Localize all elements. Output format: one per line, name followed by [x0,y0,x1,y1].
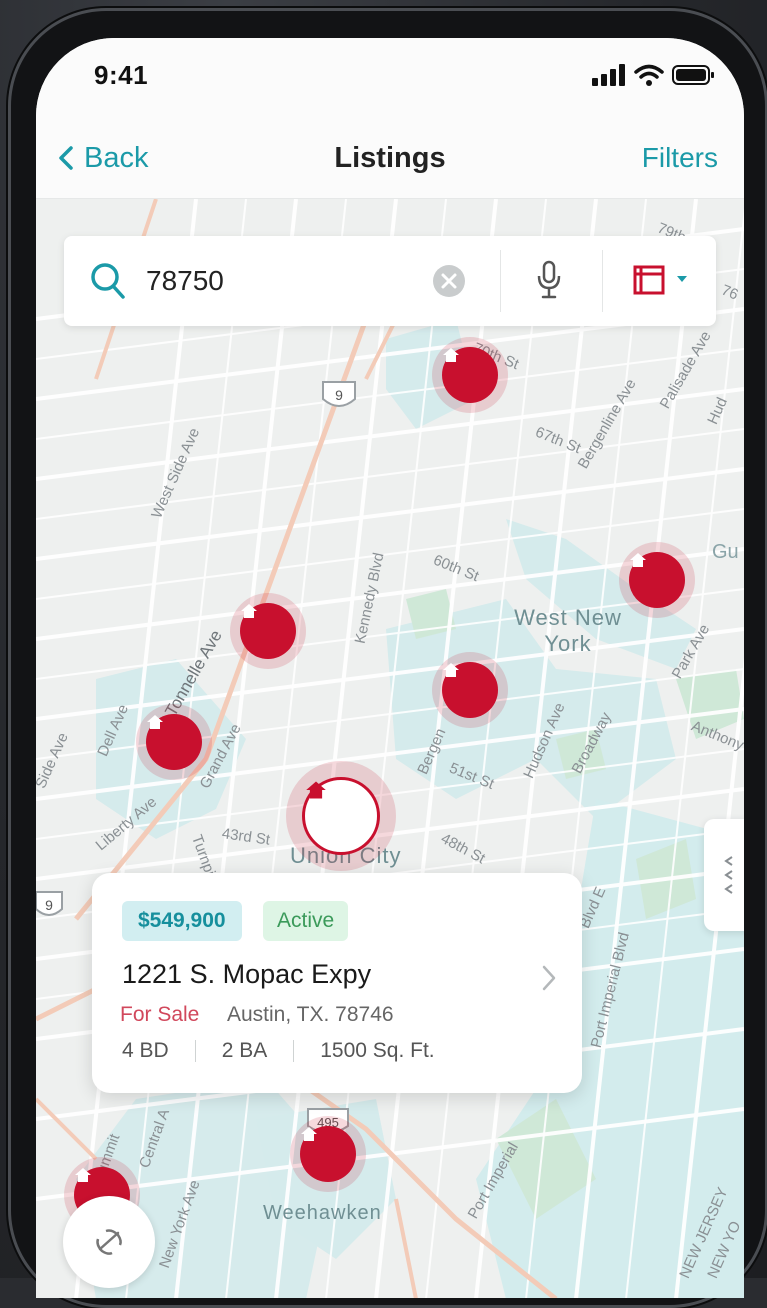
listing-address: 1221 S. Mopac Expy [122,959,372,989]
filters-button[interactable]: Filters [642,138,718,178]
home-icon [443,348,459,362]
home-icon [443,663,459,677]
baths: 2 BA [221,1039,268,1062]
spec-divider [194,1040,196,1062]
listing-specs: 4 BD 2 BA 1500 Sq. Ft. [122,1039,435,1063]
listing-pin[interactable] [442,662,498,718]
home-icon [241,604,257,618]
search-icon [91,263,125,299]
home-icon [75,1168,91,1182]
map-layers-icon [633,265,665,295]
selected-listing-pin[interactable] [302,777,380,855]
locate-button[interactable] [63,1196,155,1288]
home-icon [630,553,646,567]
listing-pin[interactable] [629,552,685,608]
listing-pin[interactable] [300,1126,356,1182]
home-icon [147,715,163,729]
listing-card[interactable]: $549,900 Active 1221 S. Mopac Expy For S… [92,873,582,1093]
chevron-down-icon [677,276,687,282]
place-label-west-new-york: West New York [514,605,622,656]
svg-text:9: 9 [45,897,53,913]
status-time: 9:41 [94,60,149,90]
spec-divider [293,1040,295,1062]
status-badge: Active [263,901,349,941]
listing-city: Austin, TX. 78746 [227,1003,394,1026]
clear-icon[interactable] [432,264,466,298]
listing-pin[interactable] [240,603,296,659]
listing-pin[interactable] [442,347,498,403]
status-icons [592,64,716,86]
home-icon [301,1127,317,1141]
route-shield-9-lower: 9 [36,891,63,916]
map-side-panel-handle[interactable] [704,819,744,931]
status-bar: 9:41 [36,38,744,130]
search-divider [602,250,603,312]
price-badge: $549,900 [122,901,242,941]
microphone-icon[interactable] [536,260,562,300]
svg-text:9: 9 [335,387,343,403]
battery-icon [672,65,714,85]
route-shield-9: 9 [322,381,356,407]
cellular-signal-icon [592,64,625,86]
home-icon [306,781,326,799]
sale-type: For Sale [120,1003,200,1026]
map-base: 9 9 495 [36,199,744,1298]
phone-screen: 9:41 Back Listings Filters 9 9 495 79th … [36,38,744,1298]
chevron-left-icon [724,856,733,894]
page-title: Listings [334,142,446,174]
wifi-icon [634,64,664,86]
place-label-weehawken: Weehawken [263,1202,382,1224]
listing-pin[interactable] [146,714,202,770]
sqft: 1500 Sq. Ft. [320,1039,435,1062]
map-view[interactable]: 9 9 495 79th 70th St 67th St Bergenline … [36,199,744,1298]
search-bar [64,236,716,326]
map-layers-button[interactable] [632,262,688,296]
beds: 4 BD [122,1039,169,1062]
locate-icon [96,1229,122,1255]
search-input[interactable] [146,258,396,304]
chevron-right-icon [542,965,556,991]
street-label: Gu [712,541,739,563]
search-divider [500,250,501,312]
navigation-bar: Back Listings Filters [36,130,744,199]
